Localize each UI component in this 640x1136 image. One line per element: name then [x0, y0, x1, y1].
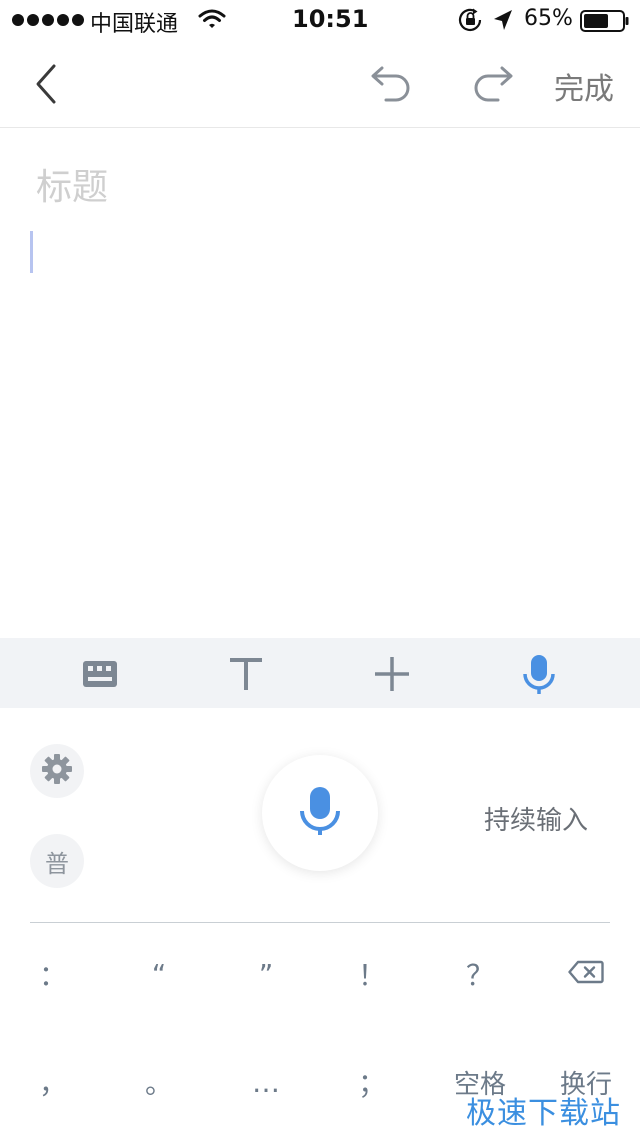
key-period[interactable]: 。 [124, 1052, 194, 1112]
chevron-left-icon [28, 64, 68, 110]
microphone-icon [298, 785, 342, 841]
continuous-input-toggle[interactable]: 持续输入 [484, 800, 588, 837]
key-right-quote[interactable]: ” [231, 944, 301, 1004]
text-format-button[interactable] [224, 652, 268, 696]
key-question[interactable]: ？ [445, 944, 515, 1004]
microphone-icon [517, 655, 561, 700]
done-button[interactable]: 完成 [554, 64, 614, 108]
delete-key[interactable] [551, 944, 621, 1004]
battery-percentage: 65% [524, 6, 573, 31]
key-left-quote[interactable]: “ [124, 944, 194, 1004]
redo-icon [470, 66, 518, 108]
text-format-icon [224, 658, 268, 700]
keyboard-toggle-button[interactable] [78, 652, 122, 696]
wifi-icon [198, 8, 226, 34]
navigation-bar: 完成 [0, 40, 640, 128]
watermark-text: 极速下载站 [466, 1096, 621, 1131]
gear-icon [41, 753, 73, 789]
undo-icon [366, 66, 414, 108]
carrier-name: 中国联通 [90, 12, 179, 37]
signal-strength-icon [12, 14, 84, 26]
undo-button[interactable] [366, 64, 414, 104]
redo-button[interactable] [470, 64, 518, 104]
note-editor-screen: 中国联通 10:51 65% 完成 标题 普 持续输入 ： “ ” ！ ？ ， … [0, 0, 640, 1136]
language-mandarin-button[interactable]: 普 [30, 834, 84, 888]
key-semicolon[interactable]: ； [337, 1052, 407, 1112]
backspace-icon [568, 958, 604, 991]
key-exclamation[interactable]: ！ [337, 944, 407, 1004]
back-button[interactable] [28, 62, 68, 106]
location-arrow-icon [493, 9, 513, 35]
record-voice-button[interactable] [262, 755, 378, 871]
rotation-lock-icon [458, 8, 484, 36]
status-bar: 中国联通 10:51 65% [0, 0, 640, 40]
plus-icon [370, 657, 414, 700]
text-cursor [30, 231, 33, 273]
battery-icon [580, 10, 630, 36]
title-input[interactable]: 标题 [36, 158, 108, 210]
keyboard-icon [78, 661, 122, 700]
clock: 10:51 [292, 5, 369, 33]
voice-settings-button[interactable] [30, 744, 84, 798]
key-colon[interactable]: ： [18, 944, 88, 1004]
voice-input-panel: 普 持续输入 ： “ ” ！ ？ ， 。 … ； 空格 换行 [0, 708, 640, 1136]
voice-input-tab[interactable] [517, 652, 561, 696]
insert-button[interactable] [370, 652, 414, 696]
divider [30, 922, 610, 923]
key-ellipsis[interactable]: … [231, 1052, 301, 1112]
format-toolbar [0, 638, 640, 708]
key-comma[interactable]: ， [18, 1052, 88, 1112]
